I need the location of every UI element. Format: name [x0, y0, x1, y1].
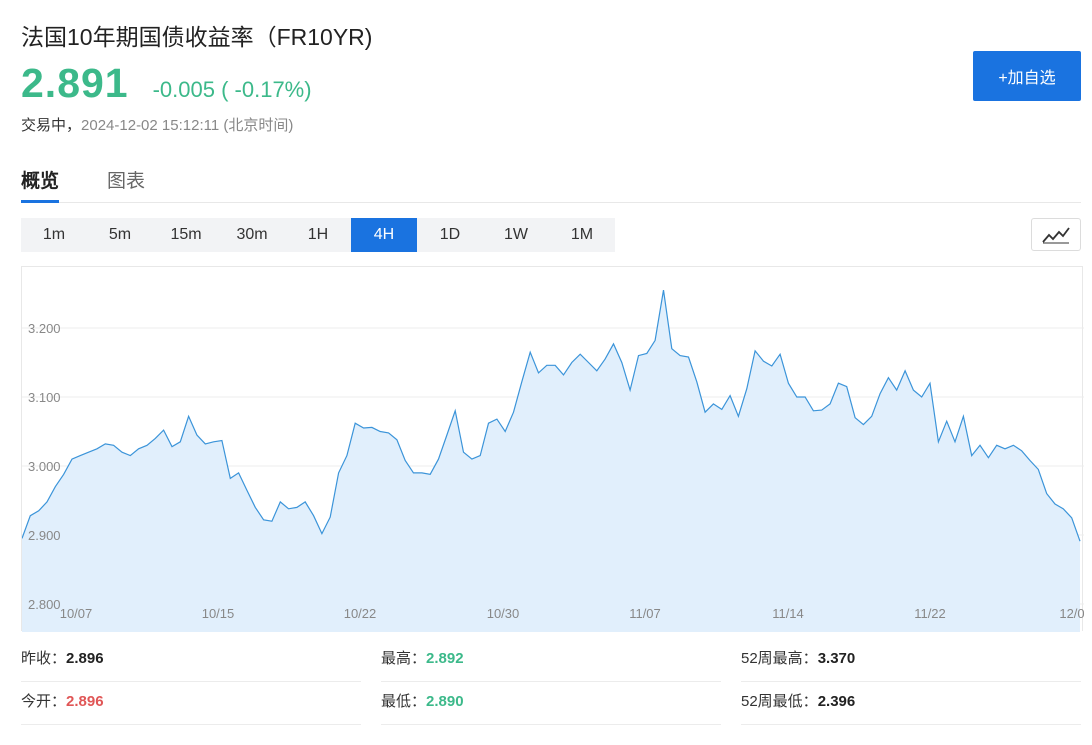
- price-chart[interactable]: 3.200 3.100 3.000 2.900 2.800 10/07 10/15 10/22…: [21, 266, 1084, 632]
- yield-area: [22, 290, 1080, 632]
- page-title: 法国10年期国债收益率（FR10YR): [21, 24, 373, 50]
- timestamp: 2024-12-02 15:12:11 (北京时间): [81, 117, 294, 134]
- stat-52w-high: 52周最高：3.370: [741, 640, 1081, 682]
- tab-chart[interactable]: 图表: [107, 166, 145, 193]
- stat-value: 3.370: [817, 650, 856, 667]
- status-label: 交易中，: [21, 117, 82, 134]
- x-tick-label: 10/30: [487, 606, 520, 621]
- trading-status: 交易中，2024-12-02 15:12:11 (北京时间): [21, 114, 293, 135]
- y-tick-label: 2.900: [28, 528, 61, 543]
- period-5m[interactable]: 5m: [87, 218, 153, 252]
- stat-label: 最低：: [381, 693, 427, 710]
- stat-label: 昨收：: [21, 650, 67, 667]
- y-tick-label: 3.200: [28, 321, 61, 336]
- stat-value: 2.896: [66, 650, 104, 667]
- stat-label: 最高：: [381, 650, 427, 667]
- x-tick-label: 11/22: [914, 606, 946, 621]
- period-1mo[interactable]: 1M: [549, 218, 615, 252]
- stat-low: 最低：2.890: [381, 683, 721, 725]
- stat-value: 2.896: [66, 693, 104, 710]
- period-1m[interactable]: 1m: [21, 218, 87, 252]
- stats-row: 今开：2.896 最低：2.890 52周最低：2.396: [21, 683, 1081, 725]
- stats-row: 昨收：2.896 最高：2.892 52周最高：3.370: [21, 640, 1081, 682]
- active-tab-indicator: [21, 200, 59, 203]
- x-tick-label: 11/14: [772, 606, 804, 621]
- stat-high: 最高：2.892: [381, 640, 721, 682]
- tab-bar: 概览 图表: [21, 158, 1081, 203]
- add-to-watchlist-button[interactable]: +加自选: [973, 51, 1081, 101]
- x-tick-label: 12/0: [1059, 606, 1084, 621]
- period-1d[interactable]: 1D: [417, 218, 483, 252]
- x-tick-label: 11/07: [629, 606, 661, 621]
- y-tick-label: 3.100: [28, 390, 61, 405]
- stat-value: 2.890: [426, 693, 464, 710]
- current-price: 2.891: [21, 60, 129, 106]
- chart-type-button[interactable]: [1031, 218, 1081, 251]
- y-tick-label: 2.800: [28, 597, 61, 612]
- price-change: -0.005 ( -0.17%): [152, 77, 312, 102]
- stat-open: 今开：2.896: [21, 683, 361, 725]
- period-30m[interactable]: 30m: [219, 218, 285, 252]
- period-4h[interactable]: 4H: [351, 218, 417, 252]
- x-tick-label: 10/22: [344, 606, 377, 621]
- x-tick-label: 10/07: [60, 606, 93, 621]
- stat-prev-close: 昨收：2.896: [21, 640, 361, 682]
- stat-52w-low: 52周最低：2.396: [741, 683, 1081, 725]
- line-chart-icon: [1042, 226, 1070, 243]
- period-15m[interactable]: 15m: [153, 218, 219, 252]
- stat-label: 今开：: [21, 693, 67, 710]
- period-1h[interactable]: 1H: [285, 218, 351, 252]
- stat-value: 2.396: [817, 693, 856, 710]
- price-row: 2.891 -0.005 ( -0.17%): [21, 60, 312, 107]
- stat-value: 2.892: [426, 650, 464, 667]
- x-tick-label: 10/15: [202, 606, 235, 621]
- period-selector: 1m 5m 15m 30m 1H 4H 1D 1W 1M: [21, 218, 615, 252]
- stat-label: 52周最低：: [741, 693, 818, 710]
- tab-overview[interactable]: 概览: [21, 166, 59, 193]
- y-tick-label: 3.000: [28, 459, 61, 474]
- chart-canvas: 3.200 3.100 3.000 2.900 2.80010/07 10/15 10/22…: [22, 290, 1084, 632]
- period-1w[interactable]: 1W: [483, 218, 549, 252]
- stat-label: 52周最高：: [741, 650, 818, 667]
